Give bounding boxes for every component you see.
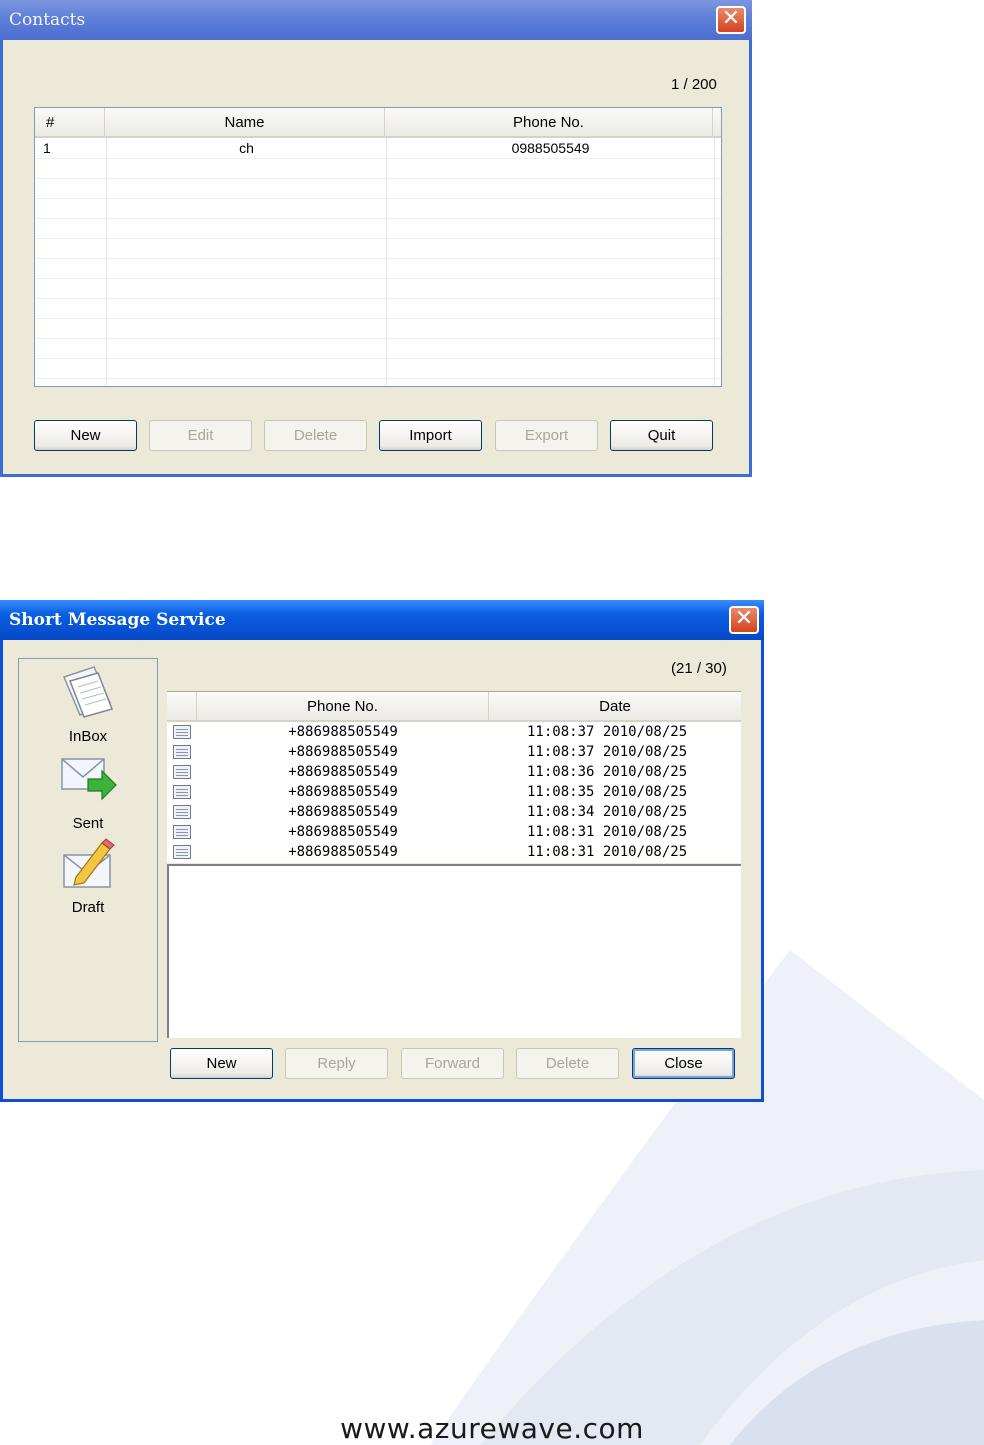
table-row-empty[interactable] [35,198,721,219]
cell-phone: 0988505549 [511,140,590,156]
message-phone: +886988505549 [288,824,398,840]
message-row[interactable]: +886988505549 11:08:36 2010/08/25 [167,762,741,782]
sent-icon [61,758,117,801]
message-date: 11:08:37 2010/08/25 [527,744,688,760]
folder-sent-label: Sent [72,815,104,832]
contacts-new-button[interactable]: New [34,420,137,451]
cell-name: ch [239,140,254,156]
contacts-window: Contacts ✕ 1 / 200 # Name Phone No. 1 ch… [0,0,752,477]
close-icon: ✕ [721,6,741,31]
contacts-table-header: # Name Phone No. [35,108,721,138]
message-phone: +886988505549 [288,804,398,820]
contacts-delete-button[interactable]: Delete [264,420,367,451]
sms-counter: (21 / 30) [671,660,727,677]
footer-url: www.azurewave.com [340,1412,644,1445]
draft-icon [63,838,115,888]
table-row-empty[interactable] [35,298,721,319]
column-header-name[interactable]: Name [105,108,385,136]
message-row[interactable]: +886988505549 11:08:34 2010/08/25 [167,802,741,822]
message-envelope-icon [173,765,191,779]
sms-reply-button[interactable]: Reply [285,1048,388,1079]
contacts-quit-button[interactable]: Quit [610,420,713,451]
contacts-title: Contacts [9,10,86,30]
sms-list-header: Phone No. Date [167,692,741,722]
message-row[interactable]: +886988505549 11:08:37 2010/08/25 [167,742,741,762]
table-row-empty[interactable] [35,358,721,379]
message-phone: +886988505549 [288,764,398,780]
message-phone: +886988505549 [288,724,398,740]
message-envelope-icon [173,745,191,759]
close-icon: ✕ [734,606,754,631]
contacts-titlebar: Contacts [0,0,752,40]
message-date: 11:08:34 2010/08/25 [527,804,688,820]
message-phone: +886988505549 [288,784,398,800]
sms-title: Short Message Service [9,610,226,630]
message-phone: +886988505549 [288,744,398,760]
folder-inbox[interactable]: InBox [19,663,157,745]
table-row-empty[interactable] [35,178,721,199]
column-header-phone[interactable]: Phone No. [385,108,713,136]
table-row-empty[interactable] [35,278,721,299]
folder-inbox-label: InBox [68,728,108,745]
table-row-empty[interactable] [35,238,721,259]
message-row[interactable]: +886988505549 11:08:31 2010/08/25 [167,842,741,862]
contacts-import-button[interactable]: Import [379,420,482,451]
sms-window: Short Message Service ✕ InBox Sent Draft… [0,600,764,1102]
message-date: 11:08:31 2010/08/25 [527,844,688,860]
message-row[interactable]: +886988505549 11:08:37 2010/08/25 [167,722,741,742]
column-header-phone[interactable]: Phone No. [197,692,489,720]
message-envelope-icon [173,845,191,859]
message-envelope-icon [173,825,191,839]
table-row-empty[interactable] [35,338,721,359]
message-envelope-icon [173,805,191,819]
sms-close-window-button[interactable]: ✕ [729,606,759,634]
table-row[interactable]: 1 ch 0988505549 [35,138,721,159]
sms-forward-button[interactable]: Forward [401,1048,504,1079]
folder-draft[interactable]: Draft [19,837,157,916]
folder-draft-label: Draft [71,899,105,916]
table-row-empty[interactable] [35,318,721,339]
column-header-icon [167,692,197,720]
sms-new-button[interactable]: New [170,1048,273,1079]
sms-message-body[interactable] [167,864,741,1038]
folder-sent[interactable]: Sent [19,753,157,832]
contacts-edit-button[interactable]: Edit [149,420,252,451]
sms-close-button[interactable]: Close [632,1048,735,1079]
message-phone: +886988505549 [288,844,398,860]
table-row-empty[interactable] [35,258,721,279]
contacts-counter: 1 / 200 [671,76,717,93]
message-date: 11:08:37 2010/08/25 [527,724,688,740]
message-row[interactable]: +886988505549 11:08:35 2010/08/25 [167,782,741,802]
sms-folder-panel: InBox Sent Draft [18,658,158,1042]
table-row-empty[interactable] [35,158,721,179]
message-date: 11:08:35 2010/08/25 [527,784,688,800]
inbox-icon [62,666,113,718]
sms-titlebar: Short Message Service [0,600,764,640]
contacts-export-button[interactable]: Export [495,420,598,451]
column-header-date[interactable]: Date [489,692,741,720]
contacts-table[interactable]: # Name Phone No. 1 ch 0988505549 [34,107,722,387]
message-envelope-icon [173,785,191,799]
sms-delete-button[interactable]: Delete [516,1048,619,1079]
sms-message-list[interactable]: Phone No. Date +886988505549 11:08:37 20… [167,691,741,863]
cell-number: 1 [43,140,51,156]
table-row-empty[interactable] [35,218,721,239]
message-row[interactable]: +886988505549 11:08:31 2010/08/25 [167,822,741,842]
message-envelope-icon [173,725,191,739]
message-date: 11:08:31 2010/08/25 [527,824,688,840]
message-date: 11:08:36 2010/08/25 [527,764,688,780]
contacts-close-button[interactable]: ✕ [716,6,746,34]
column-header-number[interactable]: # [35,108,105,136]
